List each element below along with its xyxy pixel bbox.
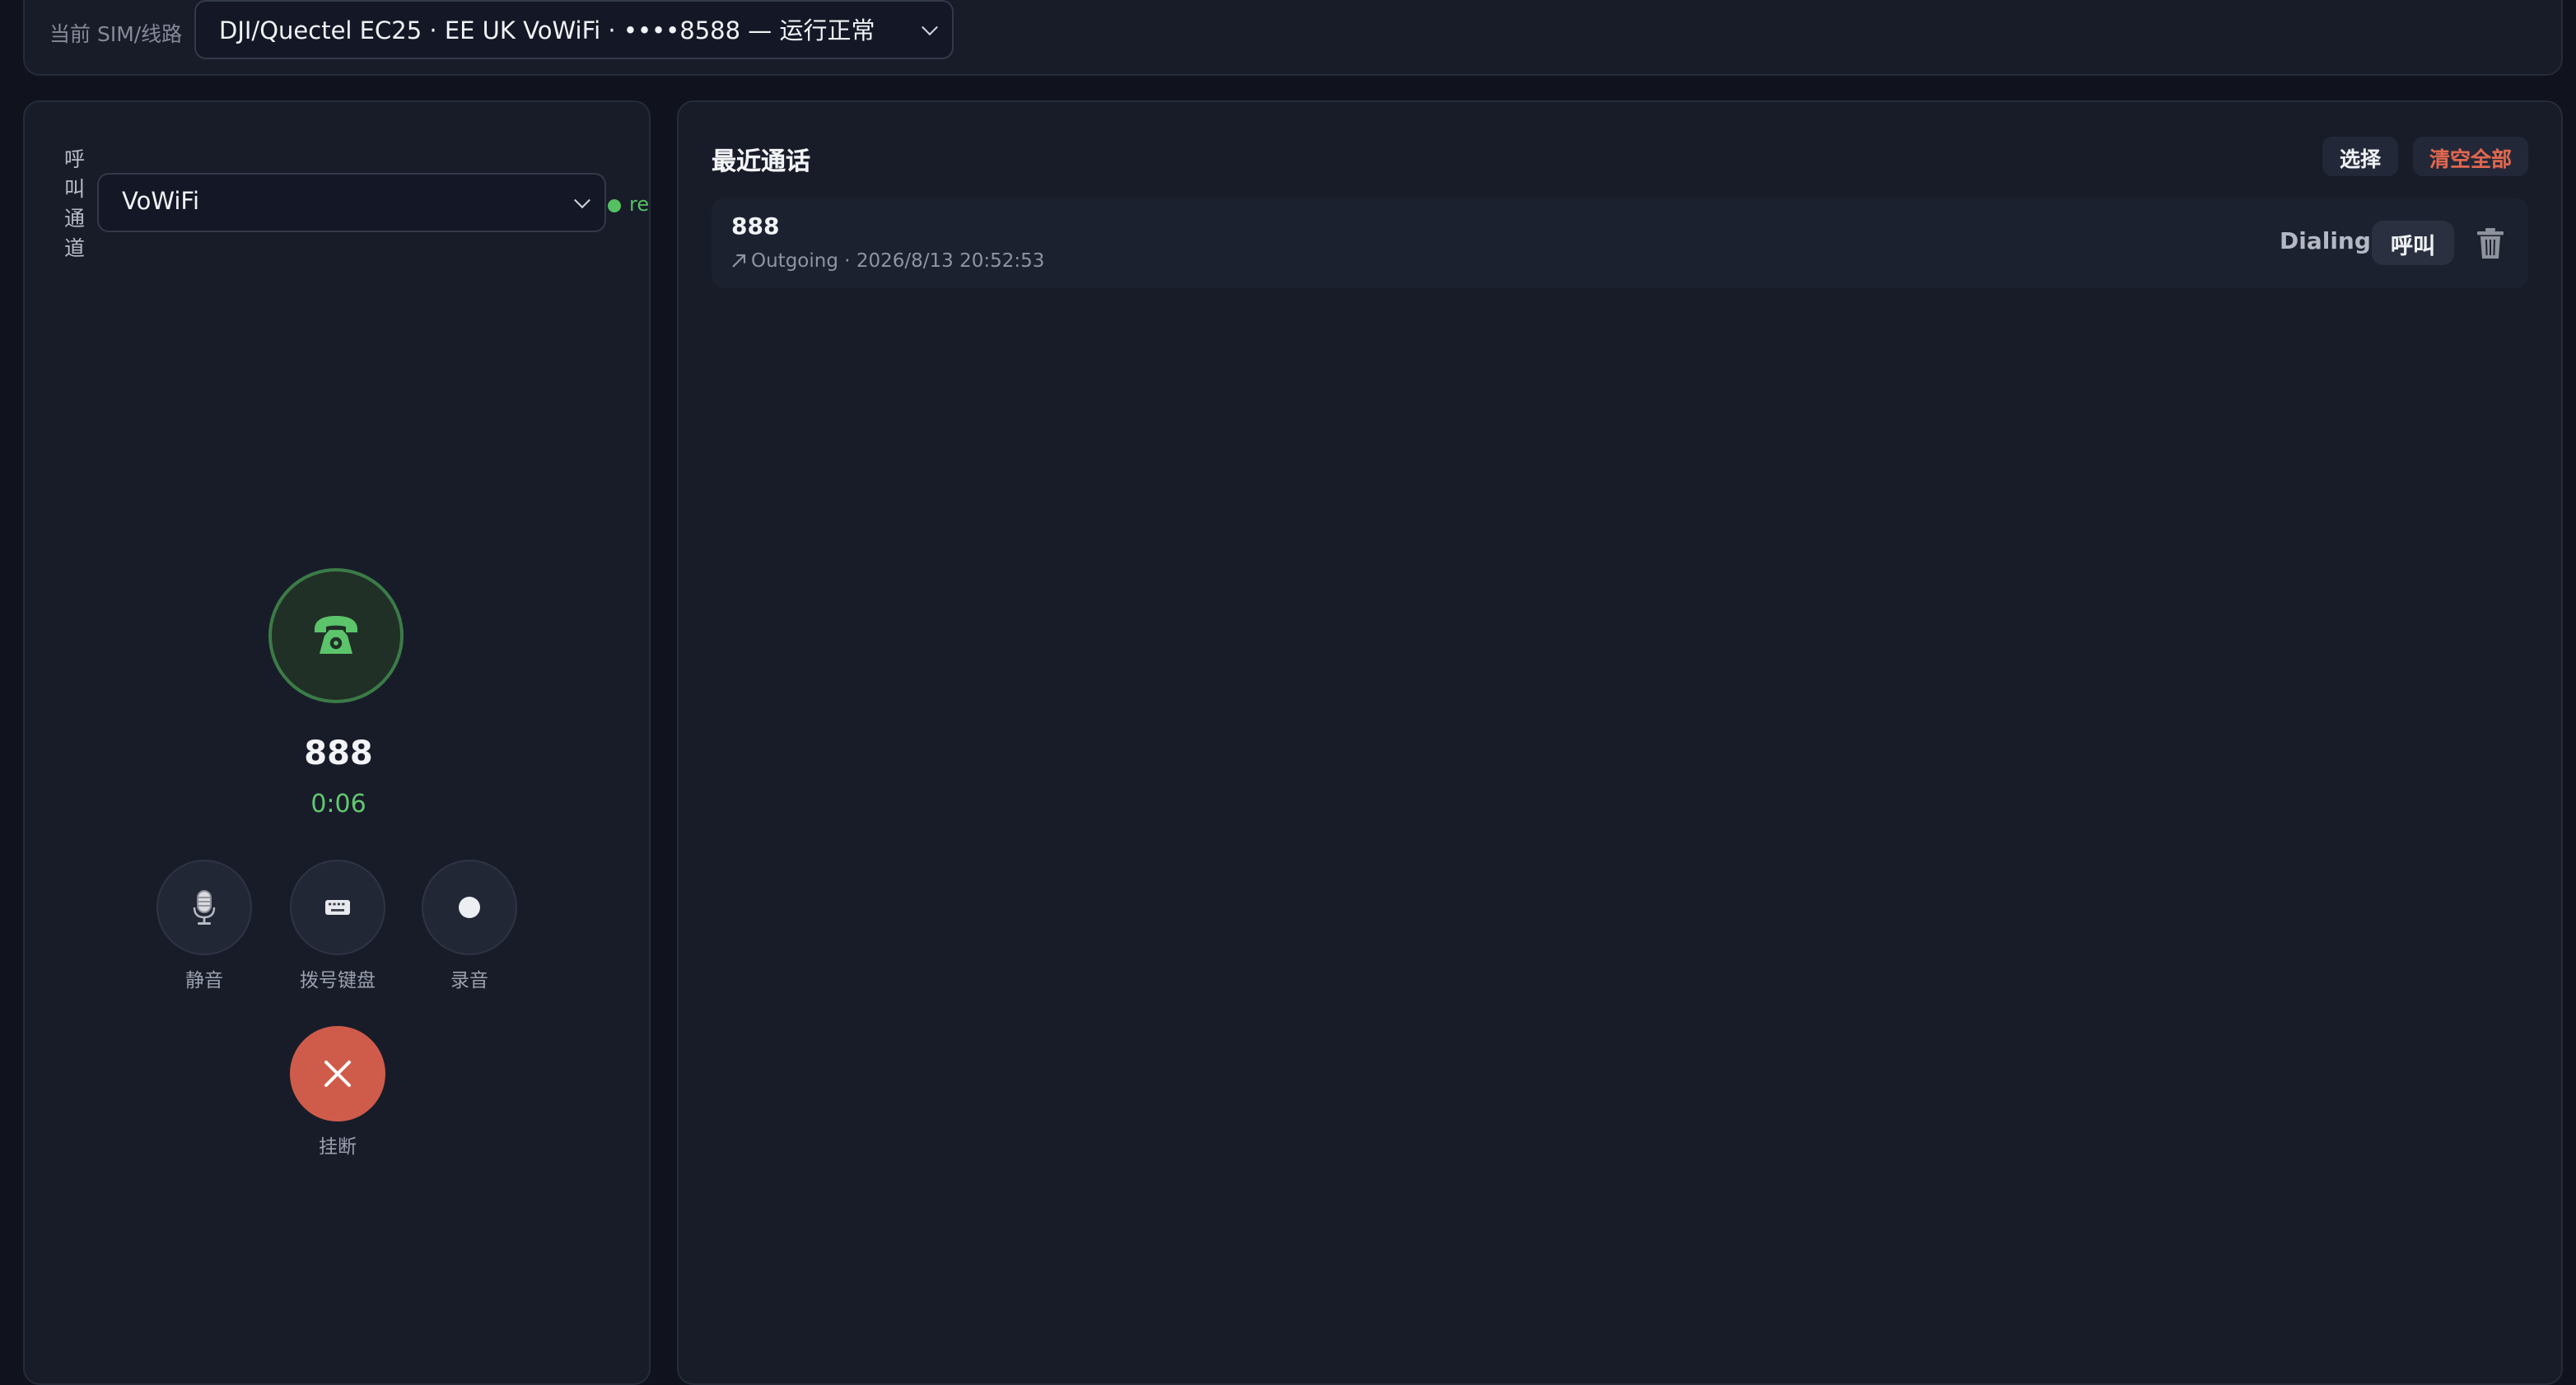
record-dot-icon [459, 897, 480, 918]
call-number: 888 [731, 214, 780, 240]
trash-icon[interactable] [2476, 227, 2505, 260]
hangup-label: 挂断 [319, 1135, 357, 1158]
chevron-down-icon [574, 192, 590, 209]
sim-select[interactable]: DJI/Quectel EC25 · EE UK VoWiFi · ••••85… [194, 0, 954, 59]
microphone-icon [193, 890, 216, 925]
chevron-down-icon [922, 19, 938, 36]
call-list-item[interactable]: 888 Outgoing · 2026/8/13 20:52:53 Dialin… [712, 198, 2528, 288]
telephone-icon [315, 616, 357, 654]
hangup-button[interactable] [290, 1026, 385, 1122]
outgoing-arrow-icon [732, 253, 746, 267]
sim-select-value: DJI/Quectel EC25 · EE UK VoWiFi · ••••85… [219, 19, 875, 45]
sim-bar: 当前 SIM/线路 DJI/Quectel EC25 · EE UK VoWiF… [23, 0, 2563, 76]
call-avatar [268, 568, 404, 703]
keypad-label: 拨号键盘 [300, 968, 376, 991]
call-meta: Outgoing · 2026/8/13 20:52:53 [731, 249, 1044, 272]
status-dot-icon [608, 199, 621, 212]
dialer-panel: 呼叫通道 VoWiFi re 888 0:06 静音 拨号键盘 录音 挂断 [23, 100, 651, 1385]
channel-label: 呼叫通道 [64, 147, 86, 260]
clear-all-button[interactable]: 清空全部 [2413, 137, 2528, 176]
mute-button[interactable] [156, 860, 252, 955]
keypad-button[interactable] [290, 860, 385, 955]
channel-select[interactable]: VoWiFi [97, 173, 606, 232]
call-timer: 0:06 [310, 789, 366, 818]
close-icon [324, 1061, 351, 1087]
channel-status-text: re [629, 193, 649, 216]
recent-calls-panel: 最近通话 选择 清空全部 888 Outgoing · 2026/8/13 20… [677, 100, 2563, 1385]
callee-number: 888 [304, 733, 373, 772]
keyboard-icon [325, 900, 350, 915]
mute-label: 静音 [185, 968, 223, 991]
sim-label: 当前 SIM/线路 [49, 21, 183, 46]
call-meta-text: Outgoing · 2026/8/13 20:52:53 [751, 249, 1045, 272]
call-button[interactable]: 呼叫 [2372, 221, 2454, 265]
call-status: Dialing [2280, 229, 2371, 255]
record-label: 录音 [450, 968, 488, 991]
channel-select-value: VoWiFi [122, 189, 200, 216]
record-button[interactable] [422, 860, 517, 955]
select-button[interactable]: 选择 [2322, 137, 2398, 176]
recent-calls-title: 最近通话 [712, 147, 811, 176]
